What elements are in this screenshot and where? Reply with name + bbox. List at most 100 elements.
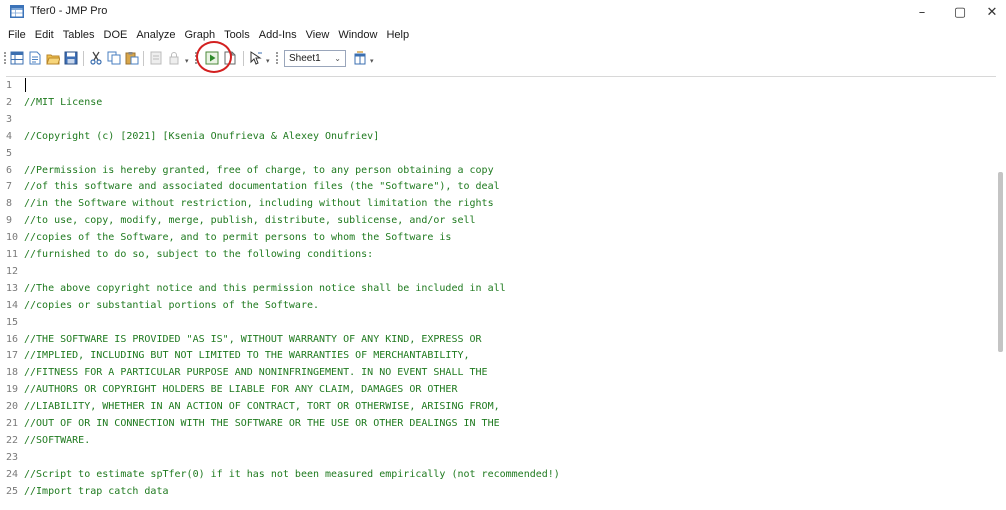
arrow-tool-icon[interactable]: [249, 51, 263, 65]
code-text: //IMPLIED, INCLUDING BUT NOT LIMITED TO …: [24, 350, 470, 362]
line-number: 22: [6, 434, 19, 446]
line-number: 11: [6, 249, 19, 260]
code-line[interactable]: 12: [6, 264, 24, 279]
line-number: 14: [6, 299, 19, 311]
line-number: 13: [6, 282, 19, 294]
toolbar-overflow-dropdown[interactable]: ▾: [185, 57, 189, 65]
highlight-circle: [196, 41, 232, 73]
code-line[interactable]: 9 //to use, copy, modify, merge, publish,…: [6, 213, 476, 228]
line-number: 9: [6, 215, 13, 227]
save-icon[interactable]: [64, 51, 78, 65]
menu-graph[interactable]: Graph: [184, 29, 215, 41]
code-line[interactable]: 14 //copies or substantial portions of th…: [6, 298, 319, 313]
code-text: //Permission is hereby granted, free of …: [24, 164, 494, 176]
code-line[interactable]: 11 //furnished to do so, subject to the f…: [6, 247, 373, 262]
code-line[interactable]: 3: [6, 112, 24, 127]
code-line[interactable]: 21 //OUT OF OR IN CONNECTION WITH THE SOF…: [6, 416, 500, 431]
maximize-button[interactable]: ▢: [948, 2, 972, 22]
code-line[interactable]: 4 //Copyright (c) [2021] [Ksenia Onufriev…: [6, 129, 379, 144]
code-line[interactable]: 23: [6, 450, 24, 465]
line-number: 19: [6, 384, 19, 396]
toolbar: ▾ ▾ Sheet1 ⌄ ▾: [0, 45, 1006, 71]
line-number: 21: [6, 418, 19, 429]
line-number: 3: [6, 113, 13, 125]
menu-help[interactable]: Help: [386, 29, 409, 41]
line-number: 8: [6, 198, 13, 210]
menu-window[interactable]: Window: [338, 29, 377, 41]
vertical-scrollbar[interactable]: [996, 76, 1006, 510]
code-line[interactable]: 22 //SOFTWARE.: [6, 433, 90, 448]
code-line[interactable]: 7 //of this software and associated docum…: [6, 179, 500, 194]
menu-tables[interactable]: Tables: [63, 29, 95, 41]
new-script-icon[interactable]: [28, 51, 42, 65]
paste-icon[interactable]: [125, 51, 139, 65]
line-number: 17: [6, 350, 19, 362]
code-line[interactable]: 5: [6, 146, 24, 161]
scrollbar-thumb[interactable]: [998, 172, 1003, 352]
cut-icon[interactable]: [89, 51, 103, 65]
code-text: //in the Software without restriction, i…: [24, 198, 494, 210]
line-number: 16: [6, 333, 19, 345]
code-line[interactable]: 18 //FITNESS FOR A PARTICULAR PURPOSE AND…: [6, 365, 488, 380]
code-line[interactable]: 20 //LIABILITY, WHETHER IN AN ACTION OF C…: [6, 399, 500, 414]
code-line[interactable]: 25 //Import trap catch data: [6, 484, 169, 499]
code-line[interactable]: 13 //The above copyright notice and this …: [6, 281, 506, 296]
menu-add-ins[interactable]: Add-Ins: [259, 29, 297, 41]
menu-file[interactable]: File: [8, 29, 26, 41]
chevron-down-icon[interactable]: ⌄: [334, 51, 341, 66]
menu-edit[interactable]: Edit: [35, 29, 54, 41]
open-folder-icon[interactable]: [46, 51, 60, 65]
line-number: 2: [6, 96, 13, 108]
code-line[interactable]: 2 //MIT License: [6, 95, 102, 110]
code-line[interactable]: 10 //copies of the Software, and to permi…: [6, 230, 451, 245]
toolbar-grip[interactable]: [276, 52, 278, 64]
menu-analyze[interactable]: Analyze: [136, 29, 175, 41]
line-number: 18: [6, 367, 19, 379]
title-bar: Tfer0 - JMP Pro – ▢ ✕: [0, 0, 1006, 24]
code-text: //LIABILITY, WHETHER IN AN ACTION OF CON…: [24, 401, 500, 413]
tools-dropdown[interactable]: ▾: [266, 57, 270, 65]
data-table-select-value: Sheet1: [289, 53, 321, 64]
code-line[interactable]: 1: [6, 78, 24, 93]
table-column-icon[interactable]: [353, 51, 367, 65]
code-text: //of this software and associated docume…: [24, 181, 500, 193]
jmp-app-icon[interactable]: [10, 5, 24, 18]
window-title: Tfer0 - JMP Pro: [30, 5, 108, 17]
code-line[interactable]: 16 //THE SOFTWARE IS PROVIDED "AS IS", WI…: [6, 332, 482, 347]
lock-icon[interactable]: [167, 51, 181, 65]
code-text: //Copyright (c) [2021] [Ksenia Onufrieva…: [24, 130, 380, 142]
line-number: 4: [6, 130, 13, 142]
code-text: //OUT OF OR IN CONNECTION WITH THE SOFTW…: [24, 418, 500, 429]
code-text: //Import trap catch data: [24, 485, 169, 497]
code-text: //furnished to do so, subject to the fol…: [24, 249, 374, 260]
code-line[interactable]: 15: [6, 315, 24, 330]
text-caret: [25, 78, 26, 92]
menu-tools[interactable]: Tools: [224, 29, 250, 41]
toolbar-separator: [83, 51, 84, 66]
code-text: //MIT License: [24, 96, 103, 108]
line-number: 5: [6, 147, 13, 159]
menu-doe[interactable]: DOE: [104, 29, 128, 41]
code-line[interactable]: 17 //IMPLIED, INCLUDING BUT NOT LIMITED T…: [6, 348, 470, 363]
new-data-table-icon[interactable]: [10, 51, 24, 65]
code-line[interactable]: 24 //Script to estimate spTfer(0) if it h…: [6, 467, 560, 482]
toolbar-separator: [243, 51, 244, 66]
data-table-select[interactable]: Sheet1 ⌄: [284, 50, 346, 67]
code-line[interactable]: 6 //Permission is hereby granted, free of…: [6, 163, 494, 178]
menu-view[interactable]: View: [306, 29, 330, 41]
code-line[interactable]: 19 //AUTHORS OR COPYRIGHT HOLDERS BE LIAB…: [6, 382, 457, 397]
code-text: //FITNESS FOR A PARTICULAR PURPOSE AND N…: [24, 367, 488, 379]
copy-icon[interactable]: [107, 51, 121, 65]
close-button[interactable]: ✕: [980, 2, 1004, 22]
table-dropdown[interactable]: ▾: [370, 57, 374, 65]
code-text: //to use, copy, modify, merge, publish, …: [24, 215, 476, 227]
code-text: //The above copyright notice and this pe…: [24, 282, 506, 294]
journal-icon[interactable]: [149, 51, 163, 65]
code-text: //SOFTWARE.: [24, 434, 91, 446]
code-text: //THE SOFTWARE IS PROVIDED "AS IS", WITH…: [24, 333, 482, 345]
menu-bar: File Edit Tables DOE Analyze Graph Tools Add-In…: [0, 25, 1006, 45]
toolbar-grip[interactable]: [4, 52, 6, 64]
code-line[interactable]: 8 //in the Software without restriction, …: [6, 196, 494, 211]
line-number: 24: [6, 468, 19, 480]
minimize-button[interactable]: –: [910, 2, 934, 22]
